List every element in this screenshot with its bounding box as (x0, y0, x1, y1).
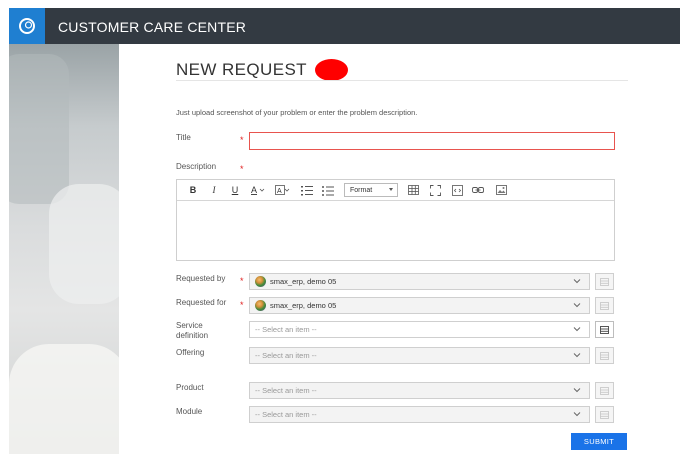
bulleted-list-icon[interactable] (322, 183, 334, 197)
required-marker: * (240, 300, 244, 310)
title-divider (176, 80, 628, 81)
chevron-down-icon (573, 388, 581, 393)
chevron-down-icon (573, 303, 581, 308)
lookup-icon[interactable] (595, 347, 614, 364)
offering-placeholder: -- Select an item -- (255, 351, 317, 360)
chevron-down-icon (573, 327, 581, 332)
font-color-icon[interactable]: A (251, 183, 265, 197)
service-definition-label: Service definition (176, 321, 209, 340)
chevron-down-icon (389, 188, 393, 191)
lookup-icon[interactable] (595, 321, 614, 338)
svg-text:A: A (277, 188, 282, 195)
title-label: Title (176, 133, 191, 142)
service-portal-logo-icon[interactable] (9, 8, 45, 44)
submit-button[interactable]: SUBMIT (571, 433, 627, 450)
chevron-down-icon (573, 412, 581, 417)
product-label: Product (176, 383, 204, 392)
source-code-icon[interactable] (451, 183, 463, 197)
chevron-down-icon (573, 353, 581, 358)
svg-text:A: A (251, 185, 257, 195)
requested-for-select[interactable]: smax_erp, demo 05 (249, 297, 590, 314)
numbered-list-icon[interactable] (301, 183, 313, 197)
service-definition-select[interactable]: -- Select an item -- (249, 321, 590, 338)
link-icon[interactable] (472, 183, 484, 197)
editor-toolbar: B I U A A Format (177, 180, 614, 201)
avatar (255, 276, 266, 287)
product-select[interactable]: -- Select an item -- (249, 382, 590, 399)
title-input[interactable] (249, 132, 615, 150)
window-frame-left (0, 44, 9, 454)
annotation-dot (315, 59, 348, 81)
offering-label: Offering (176, 348, 205, 357)
format-dropdown-label: Format (350, 186, 373, 194)
background-image (9, 44, 119, 454)
offering-select[interactable]: -- Select an item -- (249, 347, 590, 364)
service-definition-placeholder: -- Select an item -- (255, 325, 317, 334)
required-marker: * (240, 276, 244, 286)
format-dropdown[interactable]: Format (344, 183, 398, 197)
table-icon[interactable] (407, 183, 419, 197)
lookup-icon[interactable] (595, 382, 614, 399)
requested-by-label: Requested by (176, 274, 226, 283)
required-marker: * (240, 164, 244, 174)
requested-by-select[interactable]: smax_erp, demo 05 (249, 273, 590, 290)
required-marker: * (240, 135, 244, 145)
window-frame (0, 0, 680, 8)
description-editor: B I U A A Format (176, 179, 615, 261)
lookup-icon[interactable] (595, 273, 614, 290)
request-form: NEW REQUEST Just upload screenshot of yo… (119, 44, 680, 454)
module-select[interactable]: -- Select an item -- (249, 406, 590, 423)
requested-for-label: Requested for (176, 298, 227, 307)
lookup-icon[interactable] (595, 406, 614, 423)
intro-text: Just upload screenshot of your problem o… (176, 108, 418, 117)
image-icon[interactable] (495, 183, 507, 197)
fullscreen-icon[interactable] (429, 183, 441, 197)
module-placeholder: -- Select an item -- (255, 410, 317, 419)
description-text-area[interactable] (177, 201, 614, 261)
avatar (255, 300, 266, 311)
module-label: Module (176, 407, 203, 416)
requested-for-value: smax_erp, demo 05 (270, 301, 337, 310)
page-title: NEW REQUEST (176, 60, 307, 79)
underline-button[interactable]: U (229, 183, 241, 197)
requested-by-value: smax_erp, demo 05 (270, 277, 337, 286)
description-label: Description (176, 162, 217, 171)
chevron-down-icon (573, 279, 581, 284)
bold-button[interactable]: B (187, 183, 199, 197)
product-placeholder: -- Select an item -- (255, 386, 317, 395)
lookup-icon[interactable] (595, 297, 614, 314)
italic-button[interactable]: I (208, 183, 220, 197)
app-title: CUSTOMER CARE CENTER (58, 19, 247, 35)
background-color-icon[interactable]: A (275, 183, 290, 197)
top-bar: CUSTOMER CARE CENTER (9, 8, 680, 44)
